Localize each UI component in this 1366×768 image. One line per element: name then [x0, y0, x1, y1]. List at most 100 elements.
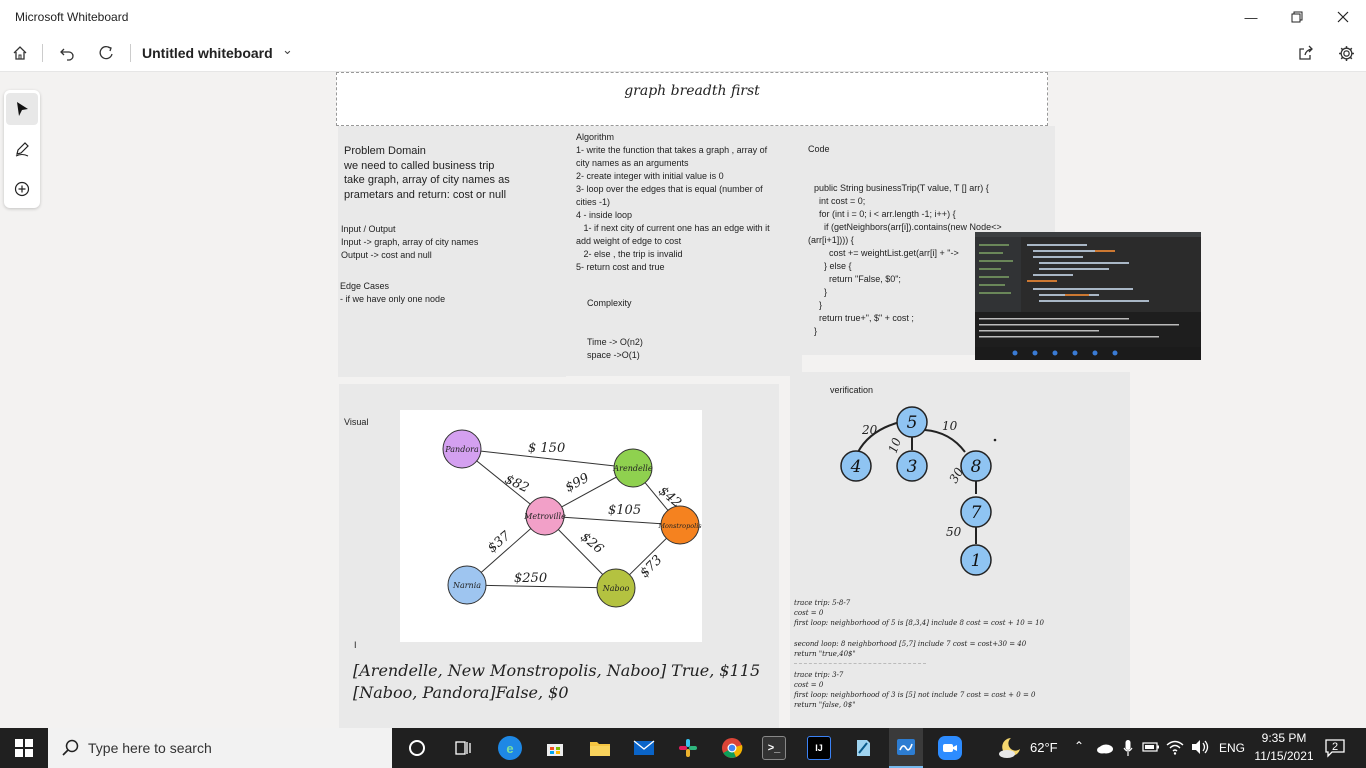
complexity-heading: Complexity [587, 298, 632, 308]
algorithm-heading: Algorithm [576, 132, 615, 142]
clock-time[interactable]: 9:35 PM [1252, 731, 1316, 745]
code-line: return "False, $0"; [814, 274, 901, 284]
chrome-icon[interactable] [720, 736, 744, 760]
verification-note[interactable]: verification 20 10 10 30 50 5 4 3 8 7 1 … [790, 372, 1130, 728]
pen-tool[interactable] [6, 133, 38, 165]
tree-node-label: 8 [971, 457, 982, 477]
code-line: public String businessTrip(T value, T []… [814, 183, 989, 193]
board-heading: graph breadth first [624, 83, 760, 99]
algorithm-note[interactable]: Algorithm 1- write the function that tak… [566, 126, 802, 376]
share-icon [1299, 45, 1313, 60]
code-heading: Code [808, 144, 830, 154]
task-view-icon[interactable] [451, 736, 475, 760]
code-line: for (int i = 0; i < arr.length -1; i++) … [814, 209, 956, 219]
tree-weight: 20 [861, 423, 878, 437]
tree-node-label: 3 [907, 457, 918, 477]
microphone-icon[interactable] [1123, 739, 1133, 762]
clock-date[interactable]: 11/15/2021 [1252, 749, 1316, 763]
minimize-button[interactable]: — [1228, 0, 1274, 34]
code-line: int cost = 0; [814, 196, 866, 206]
io-line: Input -> graph, array of city names [341, 237, 479, 247]
store-icon[interactable] [543, 736, 567, 760]
trace-line: return "true,40$" [794, 650, 856, 658]
edge-line: - if we have only one node [340, 294, 446, 304]
io-heading: Input / Output [341, 224, 396, 234]
code-line: } else { [814, 261, 852, 271]
code-line: } [814, 300, 823, 310]
chevron-down-icon[interactable]: ⌄ [282, 42, 293, 58]
slack-icon[interactable] [676, 736, 700, 760]
chevron-up-icon[interactable]: ⌃ [1074, 739, 1084, 753]
restore-icon [1291, 11, 1303, 23]
tree-node-label: 5 [907, 413, 918, 433]
share-button[interactable] [1293, 40, 1319, 66]
redo-button[interactable] [93, 40, 119, 66]
taskbar: Type here to search e >_ IJ 62°F ⌃ ENG 9… [0, 728, 1366, 768]
notepad-icon[interactable] [851, 736, 875, 760]
visual-note[interactable]: Visual $ 150 $82 $99 $42 $105 $37 $26 $2… [339, 384, 779, 728]
stray-dot [993, 438, 997, 442]
graph-drawing[interactable]: $ 150 $82 $99 $42 $105 $37 $26 $250 $73 … [400, 410, 702, 642]
cortana-icon[interactable] [405, 736, 429, 760]
settings-button[interactable] [1333, 40, 1359, 66]
zoom-icon[interactable] [938, 736, 962, 760]
edge-icon[interactable]: e [498, 736, 522, 760]
language-indicator[interactable]: ENG [1219, 741, 1245, 755]
home-button[interactable] [7, 40, 33, 66]
tree-node-label: 7 [971, 503, 982, 523]
code-line: (arr[i+1]))) { [808, 235, 854, 245]
tree-drawing[interactable]: 20 10 10 30 50 5 4 3 8 7 1 [830, 402, 1050, 582]
algorithm-line: 5- return cost and true [576, 262, 665, 272]
undo-button[interactable] [54, 40, 80, 66]
pen-icon [15, 142, 29, 157]
add-tool[interactable] [6, 173, 38, 205]
node-label: Naboo [602, 584, 630, 593]
trace-line: second loop: 8 neighborhood [5,7] includ… [794, 640, 1027, 648]
code-line: return true+", $" + cost ; [814, 313, 914, 323]
weather-icon [997, 736, 1023, 765]
whiteboard-canvas[interactable]: graph breadth first Problem Domain we ne… [0, 72, 1366, 728]
title-note[interactable]: graph breadth first [336, 72, 1048, 126]
onedrive-icon[interactable] [1096, 741, 1114, 759]
temperature[interactable]: 62°F [1030, 740, 1058, 755]
select-pointer-icon [17, 102, 28, 116]
problem-domain-note[interactable]: Problem Domain we need to called busines… [338, 126, 566, 377]
intellij-icon[interactable]: IJ [807, 736, 831, 760]
notification-center-button[interactable]: 2 [1324, 738, 1346, 758]
taskbar-search[interactable]: Type here to search [48, 728, 392, 768]
space-complexity: space ->O(1) [587, 350, 640, 360]
volume-icon[interactable] [1190, 739, 1210, 760]
io-line: Output -> cost and null [341, 250, 432, 260]
board-title[interactable]: Untitled whiteboard [142, 45, 273, 61]
node-label: Monstropolis [657, 522, 702, 530]
code-line: if (getNeighbors(arr[i]).contains(new No… [814, 222, 1002, 232]
select-tool[interactable] [6, 93, 38, 125]
algorithm-line: 1- if next city of current one has an ed… [576, 223, 770, 233]
whiteboard-icon[interactable] [889, 728, 923, 768]
ide-screenshot-image[interactable] [975, 232, 1201, 360]
mail-icon[interactable] [632, 736, 656, 760]
terminal-icon[interactable]: >_ [762, 736, 786, 760]
tool-rail [4, 90, 40, 208]
code-line: cost += weightList.get(arr[i] + "-> [814, 248, 959, 258]
undo-icon [60, 48, 74, 61]
trace-line: first loop: neighborhood of 3 is [5] not… [794, 691, 1036, 699]
wifi-icon[interactable] [1166, 739, 1184, 760]
edge-weight: $250 [514, 571, 547, 586]
search-placeholder: Type here to search [88, 740, 212, 756]
algorithm-line: 4 - inside loop [576, 210, 633, 220]
tree-weight: 10 [942, 419, 958, 433]
tree-node-label: 1 [971, 551, 982, 571]
file-explorer-icon[interactable] [588, 736, 612, 760]
start-button[interactable] [0, 728, 48, 768]
edge-weight: $105 [608, 503, 641, 518]
battery-icon[interactable] [1142, 740, 1160, 759]
trace-line: return "false, 0$" [794, 701, 856, 709]
code-line: } [814, 326, 818, 336]
restore-button[interactable] [1274, 0, 1320, 34]
app-title: Microsoft Whiteboard [15, 10, 129, 24]
verification-heading: verification [830, 385, 874, 395]
trace-line: cost = 0 [794, 609, 824, 617]
algorithm-line: add weight of edge to cost [576, 236, 682, 246]
close-button[interactable] [1320, 0, 1366, 34]
